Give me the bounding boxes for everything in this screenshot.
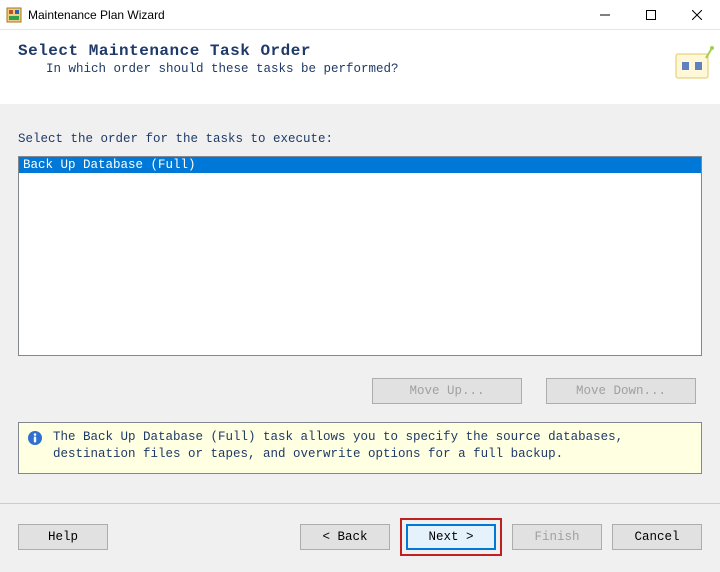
wizard-header: Select Maintenance Task Order In which o…: [0, 30, 720, 104]
task-order-label: Select the order for the tasks to execut…: [18, 132, 702, 146]
task-description-panel: The Back Up Database (Full) task allows …: [18, 422, 702, 474]
wizard-footer: Help < Back Next > Finish Cancel: [0, 503, 720, 572]
app-icon: [6, 7, 22, 23]
close-button[interactable]: [674, 0, 720, 29]
list-item[interactable]: Back Up Database (Full): [19, 157, 701, 173]
cancel-button[interactable]: Cancel: [612, 524, 702, 550]
info-icon: [27, 429, 43, 463]
maximize-button[interactable]: [628, 0, 674, 29]
finish-button: Finish: [512, 524, 602, 550]
task-order-listbox[interactable]: Back Up Database (Full): [18, 156, 702, 356]
next-button[interactable]: Next >: [406, 524, 496, 550]
window-controls: [582, 0, 720, 29]
wizard-icon: [670, 44, 714, 88]
wizard-content: Select the order for the tasks to execut…: [0, 104, 720, 404]
move-down-button: Move Down...: [546, 378, 696, 404]
help-button[interactable]: Help: [18, 524, 108, 550]
back-button[interactable]: < Back: [300, 524, 390, 550]
page-subtitle: In which order should these tasks be per…: [18, 62, 702, 76]
titlebar: Maintenance Plan Wizard: [0, 0, 720, 30]
window-title: Maintenance Plan Wizard: [28, 8, 582, 22]
next-button-highlight: Next >: [400, 518, 502, 556]
task-description-text: The Back Up Database (Full) task allows …: [53, 429, 693, 463]
page-title: Select Maintenance Task Order: [18, 42, 702, 60]
minimize-button[interactable]: [582, 0, 628, 29]
move-up-button: Move Up...: [372, 378, 522, 404]
